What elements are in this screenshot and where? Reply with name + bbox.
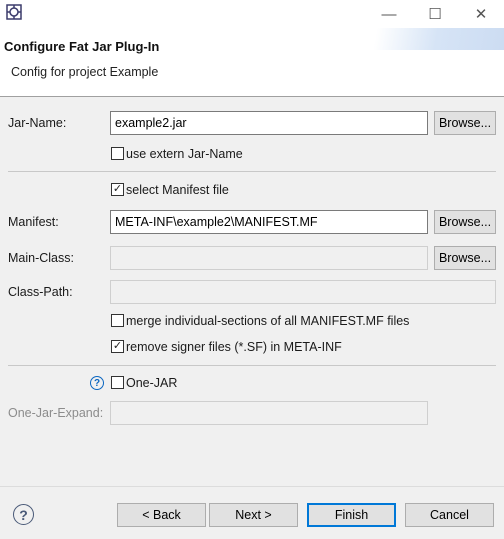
remove-signer-label[interactable]: remove signer files (*.SF) in META-INF: [126, 340, 342, 354]
main-class-browse-button[interactable]: Browse...: [434, 246, 496, 270]
class-path-label: Class-Path:: [8, 285, 73, 299]
close-button[interactable]: ✕: [458, 2, 504, 26]
cancel-button[interactable]: Cancel: [405, 503, 494, 527]
section-separator: [8, 365, 496, 366]
wizard-header: Configure Fat Jar Plug-In Config for pro…: [0, 28, 504, 96]
maximize-button[interactable]: ☐: [412, 2, 458, 26]
remove-signer-checkbox[interactable]: ✓: [111, 340, 124, 353]
main-class-input[interactable]: [110, 246, 428, 270]
jar-browse-button[interactable]: Browse...: [434, 111, 496, 135]
maximize-icon: ☐: [428, 6, 442, 23]
eclipse-app-icon: [6, 4, 22, 20]
manifest-label: Manifest:: [8, 215, 59, 229]
header-banner-image: [354, 28, 504, 50]
one-jar-help-icon[interactable]: ?: [90, 376, 104, 390]
merge-manifest-checkbox[interactable]: [111, 314, 124, 327]
footer-separator: [0, 486, 504, 487]
help-icon[interactable]: ?: [13, 504, 34, 525]
wizard-description: Config for project Example: [11, 65, 159, 79]
minimize-icon: —: [381, 5, 397, 23]
next-button[interactable]: Next >: [209, 503, 298, 527]
jar-name-label: Jar-Name:: [8, 116, 67, 130]
header-separator: [0, 96, 504, 97]
wizard-title: Configure Fat Jar Plug-In: [4, 39, 160, 54]
check-icon: ✓: [112, 183, 123, 195]
manifest-browse-button[interactable]: Browse...: [434, 210, 496, 234]
one-jar-checkbox[interactable]: [111, 376, 124, 389]
back-button[interactable]: < Back: [117, 503, 206, 527]
section-separator: [8, 171, 496, 172]
merge-manifest-label[interactable]: merge individual-sections of all MANIFES…: [126, 314, 409, 328]
one-jar-expand-label: One-Jar-Expand:: [8, 406, 104, 420]
check-icon: ✓: [112, 340, 123, 352]
main-class-label: Main-Class:: [8, 251, 74, 265]
title-bar: — ☐ ✕: [0, 0, 504, 28]
select-manifest-label[interactable]: select Manifest file: [126, 183, 229, 197]
close-icon: ✕: [474, 6, 488, 23]
one-jar-label[interactable]: One-JAR: [126, 376, 177, 390]
manifest-input[interactable]: [110, 210, 428, 234]
use-extern-jar-label[interactable]: use extern Jar-Name: [126, 147, 243, 161]
class-path-input[interactable]: [110, 280, 496, 304]
one-jar-expand-input[interactable]: [110, 401, 428, 425]
finish-button[interactable]: Finish: [307, 503, 396, 527]
minimize-button[interactable]: —: [366, 2, 412, 26]
select-manifest-checkbox[interactable]: ✓: [111, 183, 124, 196]
use-extern-jar-checkbox[interactable]: [111, 147, 124, 160]
jar-name-input[interactable]: [110, 111, 428, 135]
